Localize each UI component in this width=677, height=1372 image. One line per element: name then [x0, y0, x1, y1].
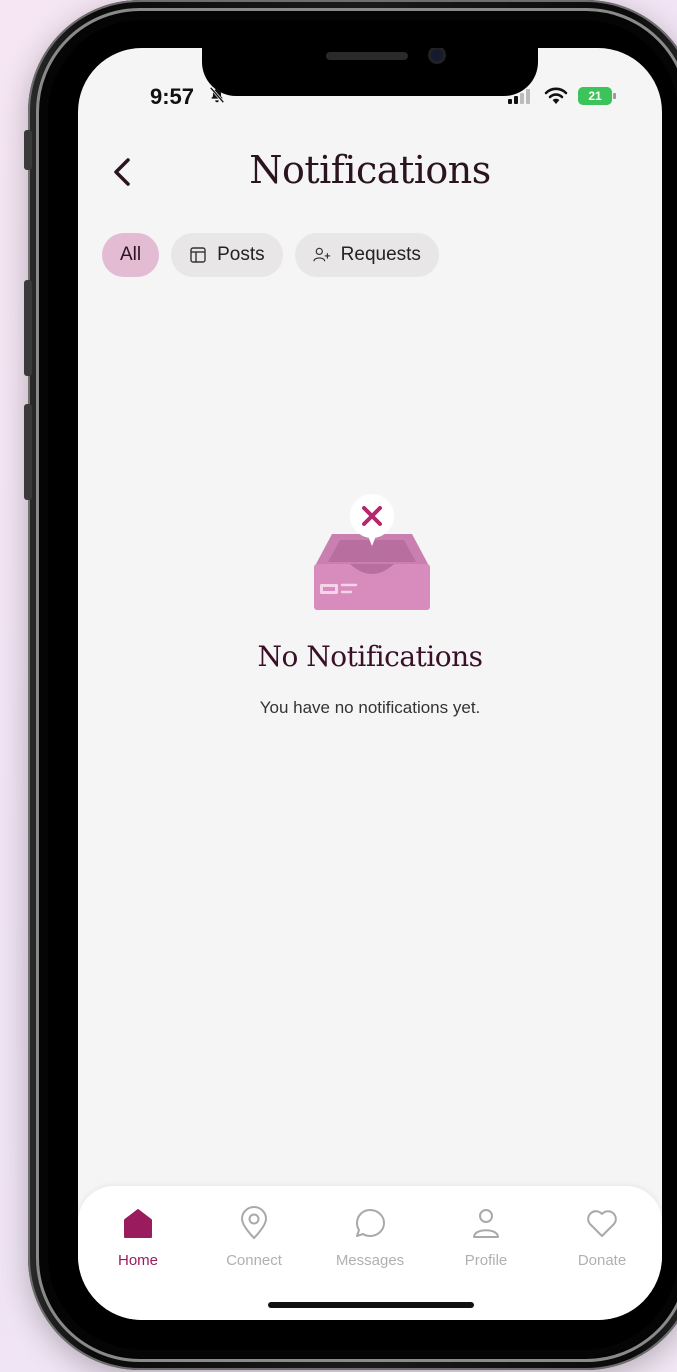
- volume-up-button: [24, 280, 32, 376]
- volume-down-button: [24, 404, 32, 500]
- filter-chips: All Posts Requests: [102, 233, 439, 277]
- battery-level: 21: [588, 89, 602, 103]
- filter-chip-label: Posts: [217, 244, 265, 265]
- app-screen: 9:57 21 Notifications All Posts Requests…: [78, 48, 662, 1320]
- tab-messages[interactable]: Messages: [320, 1206, 420, 1269]
- filter-chip-requests[interactable]: Requests: [294, 233, 439, 277]
- home-indicator: [268, 1302, 474, 1308]
- filter-chip-all[interactable]: All: [102, 233, 160, 277]
- tab-label: Messages: [335, 1252, 405, 1269]
- heart-icon: [587, 1210, 617, 1237]
- bell-slash-icon: [209, 86, 225, 104]
- location-pin-icon: [240, 1206, 268, 1240]
- bottom-tab-bar: Home Connect Messages Profile Donate: [78, 1186, 662, 1320]
- camera-icon: [428, 48, 446, 64]
- tab-label: Connect: [226, 1252, 282, 1269]
- empty-inbox-icon: [314, 494, 430, 610]
- tab-profile[interactable]: Profile: [436, 1206, 536, 1269]
- filter-chip-posts[interactable]: Posts: [171, 233, 283, 277]
- chat-bubble-icon: [356, 1209, 385, 1237]
- tab-label: Profile: [464, 1252, 508, 1269]
- status-indicators: 21: [508, 86, 616, 106]
- silent-switch: [24, 130, 32, 170]
- tab-label: Home: [117, 1252, 158, 1269]
- tab-donate[interactable]: Donate: [552, 1206, 652, 1269]
- notch: [202, 48, 538, 96]
- tab-connect[interactable]: Connect: [204, 1206, 304, 1269]
- status-time: 9:57: [150, 84, 195, 109]
- tab-home[interactable]: Home: [88, 1206, 188, 1269]
- speaker-grille: [326, 52, 408, 60]
- home-icon: [124, 1209, 152, 1238]
- empty-state-subtitle: You have no notifications yet.: [259, 698, 481, 717]
- battery-icon: 21: [578, 87, 616, 105]
- empty-state-title: No Notifications: [257, 640, 483, 673]
- add-person-icon: [312, 247, 330, 262]
- filter-chip-label: All: [120, 244, 142, 265]
- wifi-icon: [544, 87, 568, 104]
- signal-icon: [508, 89, 530, 104]
- filter-chip-label: Requests: [340, 244, 421, 265]
- posts-icon: [190, 247, 206, 263]
- person-icon: [473, 1209, 499, 1238]
- page-title: Notifications: [249, 148, 491, 192]
- device-frame: 9:57 21 Notifications All Posts Requests…: [0, 0, 677, 1372]
- tab-label: Donate: [577, 1252, 627, 1269]
